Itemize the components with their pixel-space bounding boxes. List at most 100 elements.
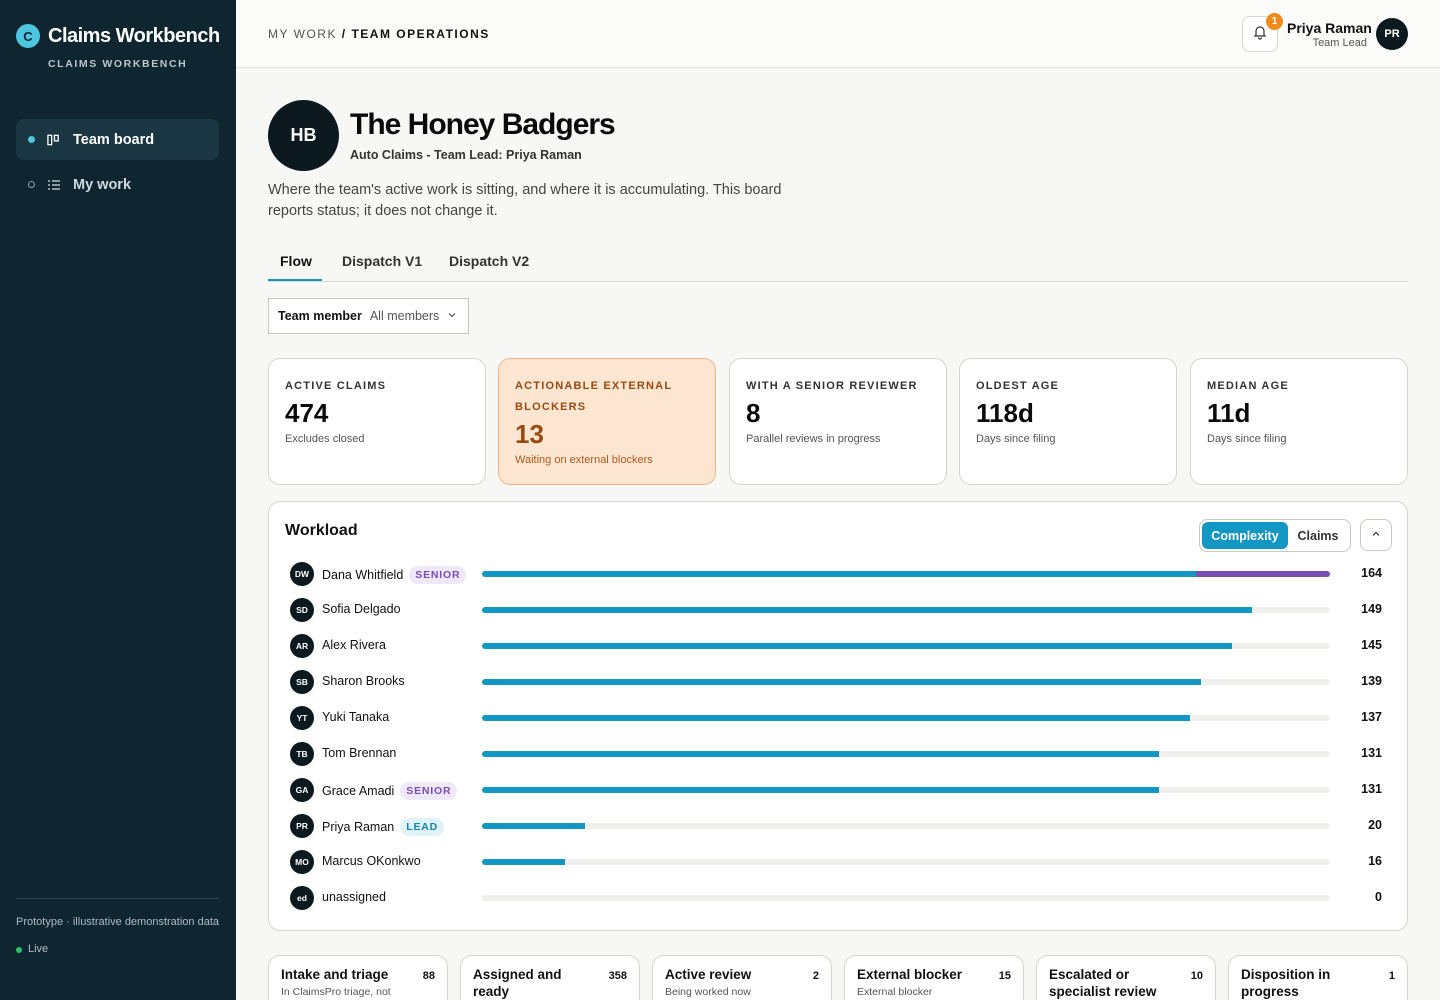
- stat-cards: ACTIVE CLAIMS 474 Excludes closed ACTION…: [268, 358, 1408, 485]
- workload-row[interactable]: GA Grace Amadi SENIOR 131: [290, 778, 1390, 802]
- brand-subtitle: CLAIMS WORKBENCH: [48, 58, 188, 70]
- list-icon: [47, 178, 61, 192]
- stage-card-escalated[interactable]: Escalated or specialist review 10: [1036, 955, 1216, 1000]
- tab-dispatch-v2[interactable]: Dispatch V2: [449, 253, 529, 269]
- workload-bar-track: [482, 643, 1330, 649]
- sidebar-item-label: Team board: [73, 131, 155, 148]
- stage-count: 2: [812, 970, 819, 982]
- workload-bar: [482, 643, 1232, 649]
- stage-count: 358: [608, 970, 627, 982]
- member-avatar: PR: [290, 814, 314, 838]
- stat-card-median-age: MEDIAN AGE 11d Days since filing: [1190, 358, 1408, 485]
- team-member-filter[interactable]: Team member All members: [268, 298, 469, 334]
- stat-card-senior-reviewer: WITH A SENIOR REVIEWER 8 Parallel review…: [729, 358, 947, 485]
- workload-row[interactable]: TB Tom Brennan 131: [290, 742, 1390, 766]
- workload-bar-senior-segment: [1196, 571, 1330, 577]
- workload-bar-track: [482, 751, 1330, 757]
- stat-label: MEDIAN AGE: [1207, 380, 1289, 392]
- member-avatar: AR: [290, 634, 314, 658]
- stage-title: Assigned and ready: [473, 967, 562, 999]
- member-name: Priya Raman: [322, 820, 395, 834]
- member-avatar: SB: [290, 670, 314, 694]
- sidebar-item-team-board[interactable]: Team board: [16, 119, 219, 160]
- user-info[interactable]: Priya Raman Team Lead: [1287, 20, 1372, 49]
- live-label: Live: [28, 943, 49, 955]
- workload-row[interactable]: AR Alex Rivera 145: [290, 634, 1390, 658]
- page-title: The Honey Badgers: [350, 108, 616, 141]
- stage-title: Disposition in progress: [1241, 967, 1331, 999]
- workload-bar: [482, 823, 585, 829]
- stage-note: External blocker: [857, 986, 933, 998]
- stage-card-disposition[interactable]: Disposition in progress 1: [1228, 955, 1408, 1000]
- workload-bar-track: [482, 823, 1330, 829]
- stage-card-active-review[interactable]: Active review 2 Being worked now: [652, 955, 832, 1000]
- workload-bar-track: [482, 679, 1330, 685]
- member-name: unassigned: [322, 890, 386, 904]
- stage-card-external-blocker[interactable]: External blocker 15 External blocker: [844, 955, 1024, 1000]
- claims-toggle-button[interactable]: Claims: [1288, 522, 1348, 549]
- filter-label: Team member: [278, 309, 362, 323]
- team-description: Where the team's active work is sitting,…: [268, 182, 782, 219]
- workload-row[interactable]: MO Marcus OKonkwo 16: [290, 850, 1390, 874]
- workload-bar: [482, 787, 1159, 793]
- stage-count: 10: [1190, 970, 1203, 982]
- stat-note: Days since filing: [976, 433, 1056, 445]
- bell-icon: [1252, 24, 1268, 45]
- stat-label: ACTIVE CLAIMS: [285, 380, 387, 392]
- breadcrumb-separator: /: [336, 27, 352, 41]
- workload-row[interactable]: DW Dana Whitfield SENIOR 164: [290, 562, 1390, 586]
- notifications-button[interactable]: 1: [1242, 13, 1283, 52]
- notification-count-badge: 1: [1266, 13, 1283, 30]
- workload-bar-track: [482, 607, 1330, 613]
- brand[interactable]: C Claims Workbench: [16, 24, 220, 48]
- active-indicator-dot: [28, 136, 35, 143]
- stage-count: 88: [422, 970, 435, 982]
- sidebar-item-my-work[interactable]: My work: [16, 164, 219, 205]
- role-tag: SENIOR: [400, 782, 458, 800]
- team-avatar: HB: [268, 100, 339, 171]
- workload-count: 131: [1361, 782, 1382, 796]
- stat-label: ACTIONABLE EXTERNAL BLOCKERS: [515, 380, 673, 413]
- member-name: Sofia Delgado: [322, 602, 401, 616]
- tab-bar: Flow Dispatch V1 Dispatch V2: [268, 246, 1408, 282]
- workload-bar-track: [482, 787, 1330, 793]
- member-name: Sharon Brooks: [322, 674, 405, 688]
- workload-row[interactable]: SB Sharon Brooks 139: [290, 670, 1390, 694]
- workload-row[interactable]: YT Yuki Tanaka 137: [290, 706, 1390, 730]
- workload-bar: [482, 679, 1201, 685]
- brand-logo: C: [16, 24, 40, 48]
- role-tag: LEAD: [400, 818, 445, 836]
- workload-bar-track: [482, 859, 1330, 865]
- stat-card-external-blockers[interactable]: ACTIONABLE EXTERNAL BLOCKERS 13 Waiting …: [498, 358, 716, 485]
- live-status: Live: [16, 941, 219, 958]
- member-name-group: Dana Whitfield SENIOR: [322, 566, 467, 584]
- workload-bar: [482, 571, 1196, 577]
- collapse-button[interactable]: [1360, 519, 1392, 551]
- member-name-group: Marcus OKonkwo: [322, 854, 421, 868]
- member-name: Tom Brennan: [322, 746, 397, 760]
- breadcrumb-root[interactable]: MY WORK: [268, 27, 337, 41]
- role-tag: SENIOR: [409, 566, 467, 584]
- team-subtitle: Auto Claims - Team Lead: Priya Raman: [350, 148, 582, 162]
- workload-bar: [482, 607, 1252, 613]
- workload-bar-track: [482, 571, 1330, 577]
- workload-row[interactable]: ed unassigned 0: [290, 886, 1390, 910]
- brand-name: Claims Workbench: [48, 24, 220, 47]
- workload-bar-track: [482, 715, 1330, 721]
- workload-count: 149: [1361, 602, 1382, 616]
- active-tab-underline: [268, 279, 322, 281]
- stage-title: Escalated or specialist review: [1049, 967, 1157, 999]
- workload-panel: Workload Complexity Claims DW Dana Whitfi…: [268, 501, 1408, 931]
- stage-card-intake[interactable]: Intake and triage 88 In ClaimsPro triage…: [268, 955, 448, 1000]
- tab-flow[interactable]: Flow: [280, 253, 312, 269]
- complexity-toggle-button[interactable]: Complexity: [1202, 522, 1288, 549]
- user-role: Team Lead: [1312, 37, 1367, 49]
- tab-dispatch-v1[interactable]: Dispatch V1: [342, 253, 422, 269]
- user-avatar[interactable]: PR: [1376, 18, 1408, 50]
- workload-row[interactable]: SD Sofia Delgado 149: [290, 598, 1390, 622]
- member-avatar: YT: [290, 706, 314, 730]
- workload-view-toggle: Complexity Claims: [1199, 519, 1351, 552]
- stage-card-assigned[interactable]: Assigned and ready 358: [460, 955, 640, 1000]
- workload-row[interactable]: PR Priya Raman LEAD 20: [290, 814, 1390, 838]
- member-avatar: TB: [290, 742, 314, 766]
